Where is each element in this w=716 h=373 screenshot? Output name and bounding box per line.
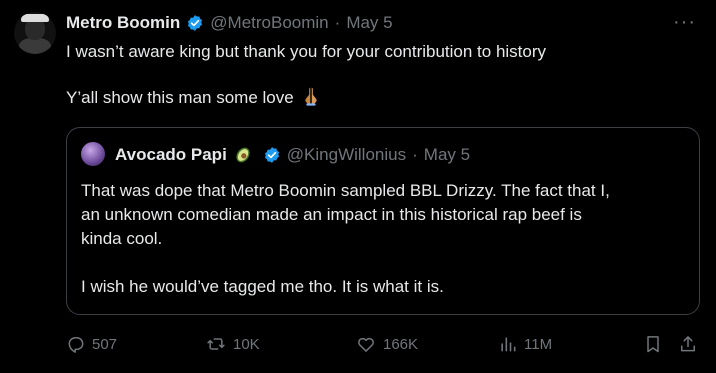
verified-icon [263, 146, 281, 164]
tweet-line: I wasn’t aware king but thank you for yo… [66, 42, 547, 61]
reply-count: 507 [92, 335, 118, 353]
like-icon [358, 337, 374, 352]
quote-text: That was dope that Metro Boomin sampled … [81, 179, 681, 299]
views-button[interactable]: 11M [498, 333, 552, 355]
repost-button[interactable]: 10K [205, 333, 260, 355]
author-handle[interactable]: @MetroBoomin [210, 13, 328, 33]
bookmark-icon [647, 336, 659, 353]
folded-hands-icon [300, 85, 322, 113]
quoted-tweet[interactable]: Avocado Papi @KingWillonius · May 5 That… [66, 127, 700, 315]
more-icon[interactable]: ··· [673, 12, 696, 32]
author-name[interactable]: Metro Boomin [66, 13, 180, 33]
tweet-line-text: Y’all show this man some love [66, 88, 294, 107]
quote-date[interactable]: May 5 [424, 145, 470, 165]
views-count: 11M [524, 335, 553, 353]
quote-avatar[interactable] [81, 142, 105, 166]
separator-dot: · [334, 13, 341, 32]
verified-icon [186, 14, 204, 32]
reply-icon [68, 337, 84, 353]
repost-icon [207, 338, 225, 350]
avocado-icon [233, 145, 253, 165]
bookmark-button[interactable] [643, 333, 669, 355]
tweet-text: I wasn’t aware king but thank you for yo… [66, 41, 696, 113]
quote-line: I wish he would’ve tagged me tho. It is … [81, 277, 444, 296]
views-icon [501, 337, 516, 352]
quote-author-handle[interactable]: @KingWillonius [287, 145, 406, 165]
quote-header: Avocado Papi @KingWillonius · May 5 [115, 144, 470, 166]
like-button[interactable]: 166K [355, 333, 418, 355]
share-button[interactable] [678, 333, 704, 355]
avatar-hat [21, 14, 49, 22]
quote-line: an unknown comedian made an impact in th… [81, 205, 582, 224]
tweet-date[interactable]: May 5 [346, 13, 392, 33]
reply-button[interactable]: 507 [66, 333, 117, 355]
separator-dot: · [412, 145, 418, 164]
tweet-header: Metro Boomin @MetroBoomin · May 5 [66, 12, 393, 34]
share-icon [681, 336, 695, 352]
quote-author-name[interactable]: Avocado Papi [115, 145, 227, 165]
author-avatar[interactable] [14, 12, 56, 54]
quote-line: That was dope that Metro Boomin sampled … [81, 181, 610, 200]
tweet-line: Y’all show this man some love [66, 85, 696, 113]
quote-line: kinda cool. [81, 229, 163, 248]
like-count: 166K [383, 335, 419, 353]
action-bar: 507 10K 166K 11M [66, 333, 700, 355]
avatar-body [19, 38, 51, 54]
repost-count: 10K [233, 335, 260, 353]
